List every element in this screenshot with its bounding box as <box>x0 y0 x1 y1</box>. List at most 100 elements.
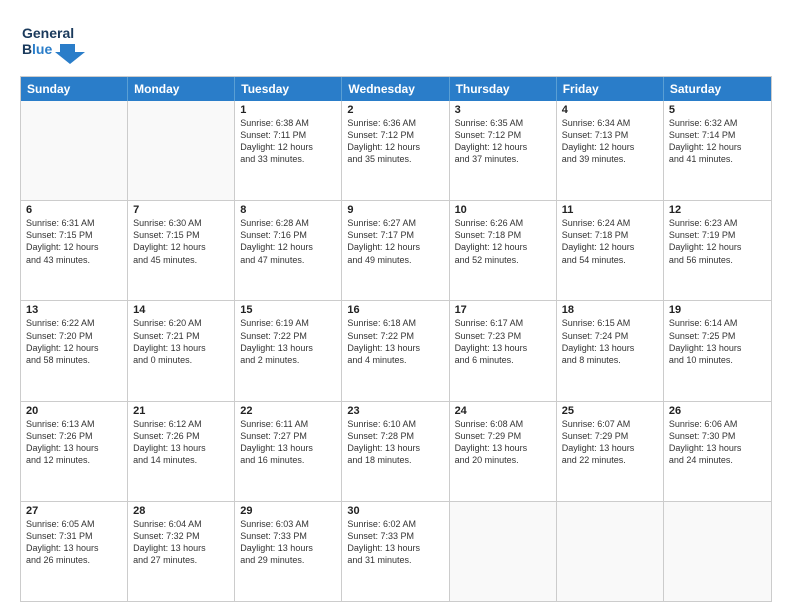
cell-day-number: 9 <box>347 204 443 216</box>
cell-day-number: 27 <box>26 505 122 517</box>
calendar-cell: 26Sunrise: 6:06 AM Sunset: 7:30 PM Dayli… <box>664 402 771 501</box>
cell-info: Sunrise: 6:13 AM Sunset: 7:26 PM Dayligh… <box>26 418 122 467</box>
cell-day-number: 20 <box>26 405 122 417</box>
cell-day-number: 3 <box>455 104 551 116</box>
calendar-cell: 11Sunrise: 6:24 AM Sunset: 7:18 PM Dayli… <box>557 201 664 300</box>
calendar-cell: 27Sunrise: 6:05 AM Sunset: 7:31 PM Dayli… <box>21 502 128 601</box>
day-header-wednesday: Wednesday <box>342 77 449 101</box>
calendar-cell <box>664 502 771 601</box>
cell-info: Sunrise: 6:11 AM Sunset: 7:27 PM Dayligh… <box>240 418 336 467</box>
calendar-cell: 7Sunrise: 6:30 AM Sunset: 7:15 PM Daylig… <box>128 201 235 300</box>
calendar-cell: 22Sunrise: 6:11 AM Sunset: 7:27 PM Dayli… <box>235 402 342 501</box>
cell-day-number: 6 <box>26 204 122 216</box>
cell-info: Sunrise: 6:14 AM Sunset: 7:25 PM Dayligh… <box>669 317 766 366</box>
logo: General B lue <box>20 16 110 66</box>
calendar-cell: 24Sunrise: 6:08 AM Sunset: 7:29 PM Dayli… <box>450 402 557 501</box>
day-header-thursday: Thursday <box>450 77 557 101</box>
cell-day-number: 16 <box>347 304 443 316</box>
cell-day-number: 11 <box>562 204 658 216</box>
day-header-monday: Monday <box>128 77 235 101</box>
cell-day-number: 18 <box>562 304 658 316</box>
calendar-cell: 2Sunrise: 6:36 AM Sunset: 7:12 PM Daylig… <box>342 101 449 200</box>
calendar-cell: 14Sunrise: 6:20 AM Sunset: 7:21 PM Dayli… <box>128 301 235 400</box>
cell-info: Sunrise: 6:03 AM Sunset: 7:33 PM Dayligh… <box>240 518 336 567</box>
calendar-cell: 23Sunrise: 6:10 AM Sunset: 7:28 PM Dayli… <box>342 402 449 501</box>
calendar-body: 1Sunrise: 6:38 AM Sunset: 7:11 PM Daylig… <box>21 101 771 601</box>
calendar-cell <box>450 502 557 601</box>
day-header-tuesday: Tuesday <box>235 77 342 101</box>
cell-day-number: 23 <box>347 405 443 417</box>
cell-info: Sunrise: 6:38 AM Sunset: 7:11 PM Dayligh… <box>240 117 336 166</box>
calendar-cell: 13Sunrise: 6:22 AM Sunset: 7:20 PM Dayli… <box>21 301 128 400</box>
cell-info: Sunrise: 6:07 AM Sunset: 7:29 PM Dayligh… <box>562 418 658 467</box>
calendar-header: SundayMondayTuesdayWednesdayThursdayFrid… <box>21 77 771 101</box>
cell-info: Sunrise: 6:18 AM Sunset: 7:22 PM Dayligh… <box>347 317 443 366</box>
svg-text:lue: lue <box>32 41 52 57</box>
cell-info: Sunrise: 6:05 AM Sunset: 7:31 PM Dayligh… <box>26 518 122 567</box>
cell-info: Sunrise: 6:19 AM Sunset: 7:22 PM Dayligh… <box>240 317 336 366</box>
cell-day-number: 7 <box>133 204 229 216</box>
svg-text:General: General <box>22 25 74 41</box>
calendar-cell: 6Sunrise: 6:31 AM Sunset: 7:15 PM Daylig… <box>21 201 128 300</box>
cell-info: Sunrise: 6:20 AM Sunset: 7:21 PM Dayligh… <box>133 317 229 366</box>
cell-info: Sunrise: 6:22 AM Sunset: 7:20 PM Dayligh… <box>26 317 122 366</box>
cell-info: Sunrise: 6:12 AM Sunset: 7:26 PM Dayligh… <box>133 418 229 467</box>
cell-day-number: 17 <box>455 304 551 316</box>
header: General B lue <box>20 16 772 66</box>
cell-info: Sunrise: 6:15 AM Sunset: 7:24 PM Dayligh… <box>562 317 658 366</box>
cell-day-number: 13 <box>26 304 122 316</box>
cell-info: Sunrise: 6:24 AM Sunset: 7:18 PM Dayligh… <box>562 217 658 266</box>
calendar-cell: 29Sunrise: 6:03 AM Sunset: 7:33 PM Dayli… <box>235 502 342 601</box>
cell-day-number: 4 <box>562 104 658 116</box>
svg-text:B: B <box>22 41 32 57</box>
day-header-saturday: Saturday <box>664 77 771 101</box>
calendar-cell: 4Sunrise: 6:34 AM Sunset: 7:13 PM Daylig… <box>557 101 664 200</box>
cell-info: Sunrise: 6:35 AM Sunset: 7:12 PM Dayligh… <box>455 117 551 166</box>
day-header-friday: Friday <box>557 77 664 101</box>
cell-info: Sunrise: 6:04 AM Sunset: 7:32 PM Dayligh… <box>133 518 229 567</box>
cell-info: Sunrise: 6:31 AM Sunset: 7:15 PM Dayligh… <box>26 217 122 266</box>
cell-day-number: 30 <box>347 505 443 517</box>
cell-day-number: 14 <box>133 304 229 316</box>
page: General B lue SundayMondayTuesdayWednesd… <box>0 0 792 612</box>
cell-info: Sunrise: 6:34 AM Sunset: 7:13 PM Dayligh… <box>562 117 658 166</box>
calendar-row-5: 27Sunrise: 6:05 AM Sunset: 7:31 PM Dayli… <box>21 502 771 601</box>
logo-icon: General B lue <box>20 16 110 66</box>
cell-day-number: 25 <box>562 405 658 417</box>
cell-info: Sunrise: 6:27 AM Sunset: 7:17 PM Dayligh… <box>347 217 443 266</box>
calendar-cell: 16Sunrise: 6:18 AM Sunset: 7:22 PM Dayli… <box>342 301 449 400</box>
cell-info: Sunrise: 6:17 AM Sunset: 7:23 PM Dayligh… <box>455 317 551 366</box>
cell-info: Sunrise: 6:08 AM Sunset: 7:29 PM Dayligh… <box>455 418 551 467</box>
calendar-row-1: 1Sunrise: 6:38 AM Sunset: 7:11 PM Daylig… <box>21 101 771 201</box>
cell-day-number: 15 <box>240 304 336 316</box>
calendar-row-4: 20Sunrise: 6:13 AM Sunset: 7:26 PM Dayli… <box>21 402 771 502</box>
calendar-cell: 28Sunrise: 6:04 AM Sunset: 7:32 PM Dayli… <box>128 502 235 601</box>
cell-info: Sunrise: 6:36 AM Sunset: 7:12 PM Dayligh… <box>347 117 443 166</box>
calendar-row-3: 13Sunrise: 6:22 AM Sunset: 7:20 PM Dayli… <box>21 301 771 401</box>
cell-info: Sunrise: 6:32 AM Sunset: 7:14 PM Dayligh… <box>669 117 766 166</box>
calendar-cell <box>21 101 128 200</box>
calendar-cell: 20Sunrise: 6:13 AM Sunset: 7:26 PM Dayli… <box>21 402 128 501</box>
cell-info: Sunrise: 6:06 AM Sunset: 7:30 PM Dayligh… <box>669 418 766 467</box>
calendar-cell: 19Sunrise: 6:14 AM Sunset: 7:25 PM Dayli… <box>664 301 771 400</box>
calendar-cell: 30Sunrise: 6:02 AM Sunset: 7:33 PM Dayli… <box>342 502 449 601</box>
cell-info: Sunrise: 6:28 AM Sunset: 7:16 PM Dayligh… <box>240 217 336 266</box>
cell-info: Sunrise: 6:10 AM Sunset: 7:28 PM Dayligh… <box>347 418 443 467</box>
calendar-cell: 25Sunrise: 6:07 AM Sunset: 7:29 PM Dayli… <box>557 402 664 501</box>
cell-info: Sunrise: 6:30 AM Sunset: 7:15 PM Dayligh… <box>133 217 229 266</box>
calendar-row-2: 6Sunrise: 6:31 AM Sunset: 7:15 PM Daylig… <box>21 201 771 301</box>
cell-day-number: 21 <box>133 405 229 417</box>
calendar-cell: 12Sunrise: 6:23 AM Sunset: 7:19 PM Dayli… <box>664 201 771 300</box>
calendar: SundayMondayTuesdayWednesdayThursdayFrid… <box>20 76 772 602</box>
cell-info: Sunrise: 6:02 AM Sunset: 7:33 PM Dayligh… <box>347 518 443 567</box>
cell-day-number: 10 <box>455 204 551 216</box>
calendar-cell: 8Sunrise: 6:28 AM Sunset: 7:16 PM Daylig… <box>235 201 342 300</box>
cell-day-number: 28 <box>133 505 229 517</box>
calendar-cell: 10Sunrise: 6:26 AM Sunset: 7:18 PM Dayli… <box>450 201 557 300</box>
cell-day-number: 19 <box>669 304 766 316</box>
cell-day-number: 29 <box>240 505 336 517</box>
calendar-cell: 15Sunrise: 6:19 AM Sunset: 7:22 PM Dayli… <box>235 301 342 400</box>
calendar-cell: 5Sunrise: 6:32 AM Sunset: 7:14 PM Daylig… <box>664 101 771 200</box>
cell-day-number: 5 <box>669 104 766 116</box>
calendar-cell: 9Sunrise: 6:27 AM Sunset: 7:17 PM Daylig… <box>342 201 449 300</box>
